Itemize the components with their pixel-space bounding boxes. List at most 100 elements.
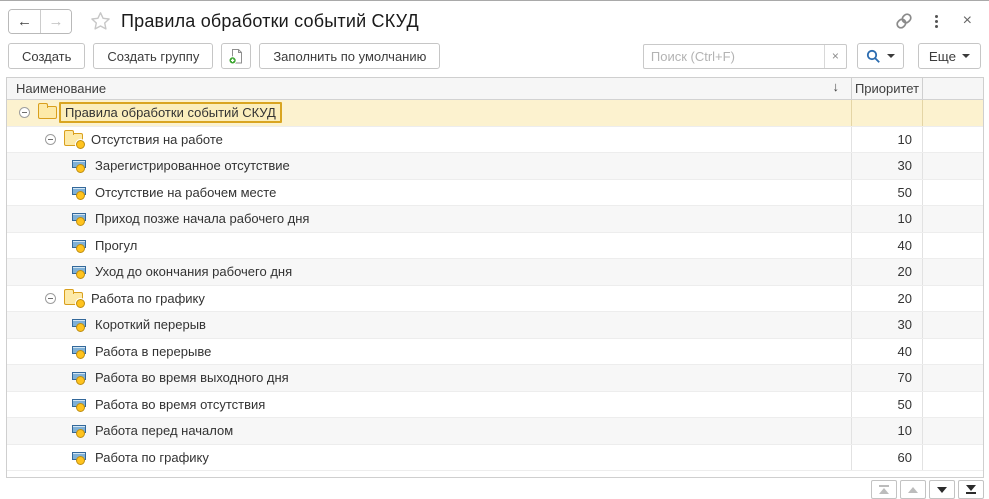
priority-cell: 10 xyxy=(851,127,922,153)
item-icon xyxy=(71,185,87,200)
scroll-down-button[interactable] xyxy=(929,480,955,499)
table-row[interactable]: Уход до окончания рабочего дня 20 xyxy=(7,259,983,286)
collapse-icon[interactable] xyxy=(45,134,56,145)
app-window: ← → Правила обработки событий СКУД × xyxy=(0,0,989,499)
kebab-menu-icon[interactable] xyxy=(933,13,940,30)
fill-default-button[interactable]: Заполнить по умолчанию xyxy=(259,43,440,69)
title-bar: ← → Правила обработки событий СКУД × xyxy=(0,2,989,40)
search-input[interactable] xyxy=(644,45,824,68)
item-icon xyxy=(71,450,87,465)
extra-cell xyxy=(922,100,983,126)
table-row[interactable]: Короткий перерыв30 xyxy=(7,312,983,339)
item-icon xyxy=(71,158,87,173)
row-label: Работа во время выходного дня xyxy=(90,368,294,387)
extra-cell xyxy=(922,445,983,471)
table-row[interactable]: Отсутствия на работе 10 xyxy=(7,127,983,154)
item-icon xyxy=(71,317,87,332)
collapse-icon[interactable] xyxy=(45,293,56,304)
row-label: Работа во время отсутствия xyxy=(90,395,270,414)
copy-document-icon xyxy=(228,48,244,65)
table-row[interactable]: Работа по графику20 xyxy=(7,286,983,313)
item-icon xyxy=(71,344,87,359)
priority-cell xyxy=(851,100,922,126)
forward-button[interactable]: → xyxy=(40,10,71,33)
link-icon[interactable] xyxy=(895,12,913,30)
row-label: Отсутствия на работе xyxy=(86,130,228,149)
extra-cell xyxy=(922,127,983,153)
table-row[interactable]: Работа во время отсутствия 50 xyxy=(7,392,983,419)
extra-cell xyxy=(922,259,983,285)
row-label: Прогул xyxy=(90,236,142,255)
extra-cell xyxy=(922,206,983,232)
extra-cell xyxy=(922,153,983,179)
close-icon[interactable]: × xyxy=(960,12,975,30)
chevron-down-icon xyxy=(887,54,895,58)
extra-cell xyxy=(922,418,983,444)
row-label: Работа по графику xyxy=(90,448,214,467)
more-button-label: Еще xyxy=(929,49,956,64)
priority-cell: 40 xyxy=(851,233,922,259)
extra-cell xyxy=(922,233,983,259)
item-icon xyxy=(71,264,87,279)
item-icon xyxy=(71,211,87,226)
item-icon xyxy=(71,238,87,253)
extra-cell xyxy=(922,392,983,418)
create-by-copy-button[interactable] xyxy=(221,43,251,69)
extra-cell xyxy=(922,286,983,312)
folder-icon xyxy=(64,292,83,305)
search-options-button[interactable] xyxy=(857,43,904,69)
priority-cell: 10 xyxy=(851,418,922,444)
scroll-up-button[interactable] xyxy=(900,480,926,499)
create-button[interactable]: Создать xyxy=(8,43,85,69)
priority-cell: 20 xyxy=(851,259,922,285)
table-row[interactable]: Отсутствие на рабочем месте 50 xyxy=(7,180,983,207)
extra-cell xyxy=(922,312,983,338)
table-row[interactable]: Приход позже начала рабочего дня 10 xyxy=(7,206,983,233)
back-button[interactable]: ← xyxy=(9,10,40,33)
favorite-star-icon[interactable] xyxy=(90,11,111,31)
row-label: Работа перед началом xyxy=(90,421,238,440)
priority-cell: 10 xyxy=(851,206,922,232)
priority-cell: 50 xyxy=(851,392,922,418)
sort-descending-icon: ↓ xyxy=(833,79,840,94)
toolbar-right: × Еще xyxy=(643,43,981,69)
item-icon xyxy=(71,397,87,412)
row-label: Правила обработки событий СКУД xyxy=(59,102,282,123)
table-row[interactable]: Работа во время выходного дня 70 xyxy=(7,365,983,392)
extra-cell xyxy=(922,365,983,391)
table-row[interactable]: Правила обработки событий СКУД xyxy=(7,100,983,127)
table-row[interactable]: Работа в перерыве 40 xyxy=(7,339,983,366)
extra-cell xyxy=(922,180,983,206)
more-button[interactable]: Еще xyxy=(918,43,981,69)
tree-table: Наименование ↓ Приоритет Правила обработ… xyxy=(6,77,984,478)
search-clear-icon[interactable]: × xyxy=(824,45,846,68)
row-label: Отсутствие на рабочем месте xyxy=(90,183,281,202)
table-row[interactable]: Зарегистрированное отсутствие30 xyxy=(7,153,983,180)
item-icon xyxy=(71,423,87,438)
column-header-extra xyxy=(922,78,983,99)
column-header-priority[interactable]: Приоритет xyxy=(851,78,922,99)
column-header-name[interactable]: Наименование ↓ xyxy=(7,78,851,99)
row-label: Короткий перерыв xyxy=(90,315,211,334)
priority-cell: 50 xyxy=(851,180,922,206)
scroll-top-button[interactable] xyxy=(871,480,897,499)
scroll-bottom-button[interactable] xyxy=(958,480,984,499)
scroll-button-bar xyxy=(871,480,984,499)
table-row[interactable]: Работа по графику 60 xyxy=(7,445,983,472)
row-label: Работа в перерыве xyxy=(90,342,216,361)
chevron-down-icon xyxy=(962,54,970,58)
table-header: Наименование ↓ Приоритет xyxy=(7,78,983,100)
priority-cell: 70 xyxy=(851,365,922,391)
priority-cell: 40 xyxy=(851,339,922,365)
collapse-icon[interactable] xyxy=(19,107,30,118)
priority-cell: 20 xyxy=(851,286,922,312)
row-label: Уход до окончания рабочего дня xyxy=(90,262,297,281)
priority-cell: 60 xyxy=(851,445,922,471)
titlebar-actions: × xyxy=(895,12,975,30)
table-row[interactable]: Работа перед началом 10 xyxy=(7,418,983,445)
command-bar: Создать Создать группу Заполнить по умол… xyxy=(0,39,989,73)
create-group-button[interactable]: Создать группу xyxy=(93,43,213,69)
magnifier-icon xyxy=(866,49,881,64)
table-row[interactable]: Прогул 40 xyxy=(7,233,983,260)
row-label: Приход позже начала рабочего дня xyxy=(90,209,314,228)
